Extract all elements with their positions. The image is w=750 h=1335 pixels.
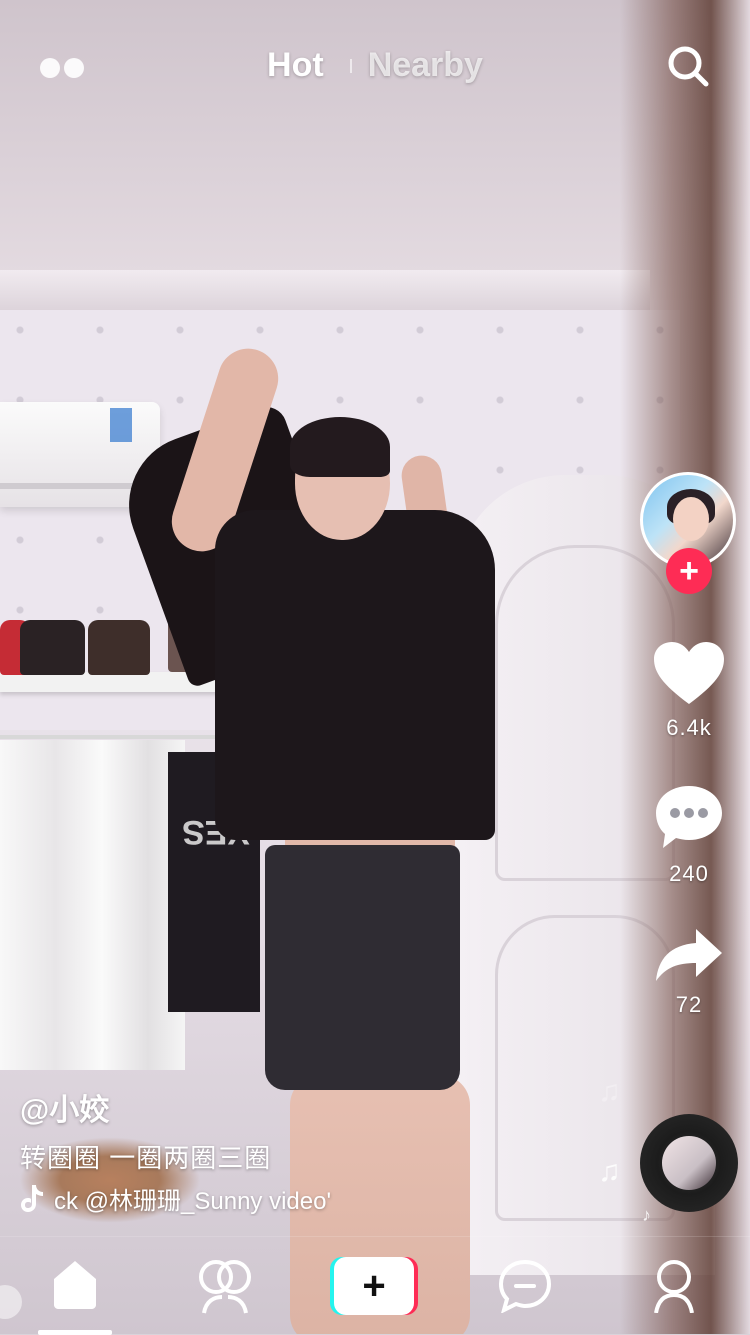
dancer-headhair — [290, 417, 390, 477]
author-name[interactable]: @小姣 — [20, 1085, 109, 1129]
music-note-icon: ♪ — [642, 1205, 651, 1225]
comment-icon — [656, 786, 722, 848]
disc-cover — [662, 1136, 716, 1190]
tiktok-note-icon — [21, 1185, 43, 1212]
like-button[interactable]: 6.4k — [640, 640, 738, 741]
dancer-shirt — [215, 510, 495, 840]
share-count: 72 — [675, 992, 703, 1017]
like-count: 6.4k — [666, 715, 712, 740]
messages-icon[interactable] — [498, 1259, 552, 1313]
hanging-clothes — [0, 740, 185, 1070]
heart-icon — [654, 642, 724, 704]
bag — [88, 620, 150, 675]
video-frame[interactable]: YES — [0, 0, 750, 1334]
aircon-sticker — [110, 408, 132, 442]
add-button[interactable]: + — [330, 1257, 418, 1315]
plus-icon: + — [679, 552, 699, 590]
plus-icon: + — [334, 1257, 414, 1315]
discover-icon[interactable] — [196, 1259, 254, 1315]
bottom-tab-bar: + — [0, 1236, 750, 1335]
wall-molding — [0, 270, 650, 310]
active-tab-indicator — [38, 1330, 112, 1335]
home-icon[interactable] — [52, 1259, 98, 1309]
share-icon — [656, 929, 722, 981]
music-title: ck @林珊珊_Sunny video' — [54, 1187, 332, 1215]
music-info[interactable]: ck @林珊珊_Sunny video' — [20, 1178, 454, 1218]
video-caption: 转圈圈 一圈两圈三圈 — [20, 1143, 272, 1173]
tab-hot[interactable]: Hot — [251, 46, 340, 85]
share-button[interactable]: 72 — [640, 927, 738, 1018]
comment-count: 240 — [669, 861, 709, 886]
me-icon[interactable] — [652, 1259, 696, 1313]
music-note-icon: ♫ — [598, 1075, 621, 1108]
feed-tabs: Hot Nearby — [0, 46, 750, 85]
dancer-shorts — [265, 845, 460, 1090]
follow-button[interactable]: + — [666, 548, 712, 594]
avatar-face — [673, 497, 709, 541]
bag — [20, 620, 85, 675]
search-icon[interactable] — [666, 44, 710, 88]
tab-nearby[interactable]: Nearby — [352, 46, 499, 85]
music-disc[interactable] — [640, 1114, 738, 1212]
music-note-icon: ♫ — [598, 1155, 621, 1188]
comment-button[interactable]: 240 — [640, 782, 738, 887]
